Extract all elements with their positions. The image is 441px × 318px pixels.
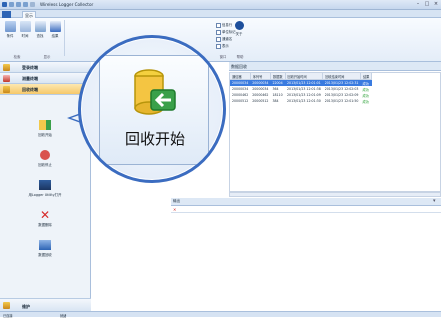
- sidebar-item-label: 数据回收: [38, 253, 52, 257]
- sidebar-item-label: 回收开始: [38, 133, 52, 137]
- pin-icon[interactable]: ▾: [433, 198, 436, 204]
- nav-header-measure[interactable]: 测量终端: [0, 73, 91, 84]
- checklist-icon: [49, 21, 61, 32]
- check-display[interactable]: 表示: [216, 43, 229, 49]
- nav-header-label: 登录终端: [22, 65, 38, 70]
- minimize-button[interactable]: –: [414, 1, 422, 8]
- collect-start-icon: [39, 120, 51, 130]
- collect-icon: [3, 86, 10, 93]
- checkbox-icon: [216, 29, 221, 35]
- tab-display[interactable]: 显示: [22, 11, 36, 18]
- help-group-label: 帮助: [236, 55, 244, 59]
- collection-table: 通信器 序列号 数据数 回收开始时间 回收结束时间 结果 20000034 20…: [229, 72, 441, 192]
- sidebar-item-label: 回收停止: [38, 163, 52, 167]
- ribbon: 条件 时间 查找 结果 检索 显示 信息行 单位标记 通道名 表示 关于 窗口 …: [0, 18, 441, 62]
- sidebar-item-label: 用Logger Utility打开: [28, 193, 62, 197]
- database-arrow-icon: [134, 69, 176, 115]
- save-icon[interactable]: [9, 2, 14, 7]
- device-icon: [3, 75, 10, 82]
- log-area: [171, 213, 441, 310]
- list-title: 数据回收: [231, 64, 247, 69]
- collect-start-zoomed-button[interactable]: 回收开始: [99, 55, 209, 165]
- log-title: 输出: [173, 199, 181, 203]
- about-button[interactable]: 关于: [232, 21, 246, 36]
- cell: 384: [272, 99, 279, 103]
- table-row[interactable]: 20000512 20000512 384 2013/01/23 12:01:3…: [230, 98, 372, 104]
- tab-file[interactable]: [2, 11, 11, 18]
- nav-footer-label: 维护: [22, 304, 30, 309]
- search-button[interactable]: 查找: [33, 21, 47, 38]
- sidebar-item-collect-stop[interactable]: 回收停止: [10, 150, 80, 167]
- group-search-label: 检索: [13, 55, 21, 59]
- cell: 2013/01/23 12:01:50: [324, 99, 359, 103]
- status-left: 已连接: [3, 314, 13, 318]
- cell: 2013/01/23 12:01:30: [287, 99, 321, 103]
- ribbon-separator: [64, 20, 65, 56]
- checkbox-icon: [216, 36, 221, 42]
- condition-label: 条件: [6, 34, 14, 38]
- search-label: 查找: [36, 34, 44, 38]
- sidebar-item-delete-data[interactable]: ✕ 数据删除: [10, 208, 80, 227]
- clear-log-icon[interactable]: ✕: [173, 207, 176, 212]
- time-button[interactable]: 时间: [18, 21, 32, 38]
- result-button[interactable]: 结果: [48, 21, 62, 38]
- data-collect-icon: [39, 240, 51, 250]
- about-label: 关于: [235, 32, 243, 36]
- status-bar: 已连接 就绪: [0, 311, 441, 318]
- sidebar-item-label: 数据删除: [38, 223, 52, 227]
- list-header: 数据回收: [229, 62, 441, 71]
- sidebar-item-data-collect[interactable]: 数据回收: [10, 240, 80, 257]
- magnifier-callout: 回收开始: [78, 35, 226, 183]
- clock-icon: [19, 21, 31, 32]
- delete-icon: ✕: [39, 208, 51, 222]
- nav-header-label: 测量终端: [22, 76, 38, 81]
- check-label: 表示: [222, 44, 229, 48]
- group-display-label: 显示: [43, 55, 51, 59]
- zoomed-label: 回收开始: [124, 130, 185, 148]
- maximize-button[interactable]: □: [423, 1, 431, 8]
- status-right: 就绪: [60, 314, 67, 318]
- wrench-icon: [3, 302, 10, 309]
- time-label: 时间: [21, 34, 29, 38]
- filter-icon: [4, 21, 16, 32]
- stop-icon: [40, 150, 50, 160]
- close-button[interactable]: ×: [432, 1, 440, 8]
- nav-footer-maintenance[interactable]: 维护: [0, 298, 91, 312]
- cell: 20000512: [252, 99, 269, 103]
- sidebar-item-open-utility[interactable]: 用Logger Utility打开: [10, 180, 80, 197]
- ribbon-tabs: 显示: [0, 10, 441, 18]
- title-bar: Wireless Logger Collector – □ ×: [0, 0, 441, 10]
- log-header: 输出 ▾: [171, 198, 441, 206]
- app-icon: [2, 2, 7, 7]
- cell: 成功: [362, 99, 369, 104]
- check-label: 通道名: [222, 37, 233, 41]
- results-grid: 通信器 序列号 数据数 回收开始时间 回收结束时间 结果 20000034 20…: [230, 73, 373, 104]
- condition-button[interactable]: 条件: [3, 21, 17, 38]
- cell: 20000512: [232, 99, 249, 103]
- folder-icon: [3, 64, 10, 71]
- nav-header-collect[interactable]: 回收终端: [0, 84, 91, 95]
- window-group-label: 窗口: [219, 55, 227, 59]
- navigation-sidebar: 登录终端 测量终端 回收终端 回收开始 回收停止 用Logger Utility…: [0, 62, 91, 314]
- chart-window-icon: [39, 180, 51, 190]
- nav-header-register[interactable]: 登录终端: [0, 62, 91, 73]
- nav-header-label: 回收终端: [22, 87, 38, 92]
- check-info-row[interactable]: 信息行: [216, 22, 232, 28]
- dropdown-icon[interactable]: [30, 2, 35, 7]
- check-channel-name[interactable]: 通道名: [216, 36, 232, 42]
- checkbox-icon: [216, 22, 221, 28]
- undo-icon[interactable]: [16, 2, 21, 7]
- log-toolbar: ✕: [171, 206, 441, 213]
- checkbox-icon: [216, 43, 221, 49]
- search-icon: [34, 21, 46, 32]
- check-label: 信息行: [222, 23, 233, 27]
- info-icon: [234, 21, 244, 30]
- window-title: Wireless Logger Collector: [40, 2, 94, 7]
- result-label: 结果: [51, 34, 59, 38]
- horizontal-scrollbar[interactable]: [229, 192, 441, 197]
- redo-icon[interactable]: [23, 2, 28, 7]
